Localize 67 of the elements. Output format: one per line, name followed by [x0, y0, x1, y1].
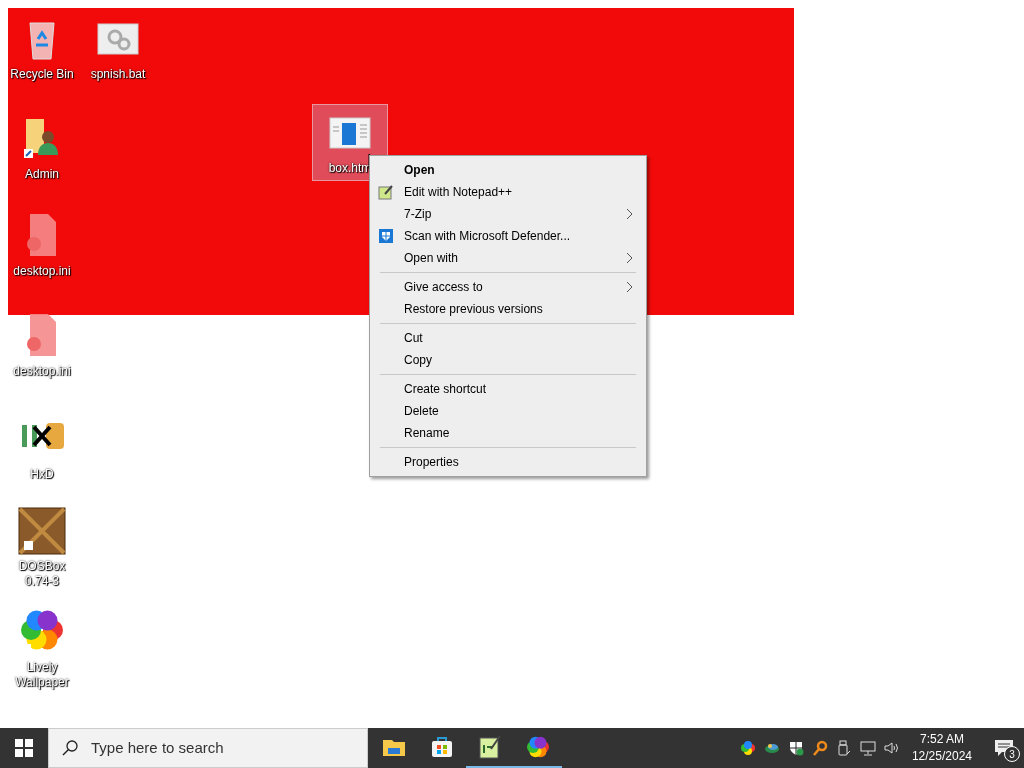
icon-label: Recycle Bin — [10, 67, 74, 82]
desktop-icon[interactable]: desktop.ini — [4, 207, 80, 284]
desktop-icon[interactable]: spnish.bat — [80, 10, 156, 87]
network-icon[interactable] — [859, 740, 876, 756]
desktop-icon[interactable]: desktop.ini — [4, 307, 80, 384]
icon-label: desktop.ini — [13, 264, 71, 279]
menu-item[interactable]: Rename — [372, 422, 644, 444]
menu-item[interactable]: Scan with Microsoft Defender... — [372, 225, 644, 247]
menu-item[interactable]: 7-Zip — [372, 203, 644, 225]
desktop-icon[interactable]: Lively Wallpaper — [4, 603, 80, 695]
notification-count: 3 — [1004, 746, 1020, 762]
chevron-right-icon — [626, 281, 634, 293]
magnifier-icon[interactable] — [811, 740, 828, 756]
menu-item-label: Rename — [404, 425, 451, 442]
menu-item[interactable]: Delete — [372, 400, 644, 422]
menu-item-label: Delete — [404, 403, 440, 420]
icon-label: Admin — [25, 167, 59, 182]
desktop-icon[interactable]: DOSBox 0.74-3 — [4, 502, 80, 594]
menu-item-label: Properties — [404, 454, 460, 471]
menu-item[interactable]: Edit with Notepad++ — [372, 181, 644, 203]
menu-item-label: Open — [404, 162, 436, 179]
menu-item-label: Give access to — [404, 279, 484, 296]
store-bag-icon[interactable] — [430, 735, 454, 759]
icon-label: Lively Wallpaper — [14, 660, 71, 690]
menu-item[interactable]: Give access to — [372, 276, 644, 298]
dosbox-icon — [18, 507, 66, 555]
menu-item[interactable]: Create shortcut — [372, 378, 644, 400]
search-icon — [61, 739, 79, 757]
clock-time: 7:52 AM — [919, 731, 964, 748]
icon-label: HxD — [30, 467, 54, 482]
desktop-icon[interactable]: HxD — [4, 410, 80, 487]
menu-item-label: Restore previous versions — [404, 301, 544, 318]
menu-item-label: Create shortcut — [404, 381, 488, 398]
icon-label: spnish.bat — [90, 67, 146, 82]
flower-icon[interactable] — [739, 740, 756, 756]
shield-icon[interactable] — [787, 740, 804, 756]
chevron-right-icon — [626, 252, 634, 264]
shield-icon — [378, 228, 394, 244]
icon-label: DOSBox 0.74-3 — [17, 559, 67, 589]
usb-drive-icon[interactable] — [835, 740, 852, 756]
windows-logo-icon — [15, 739, 33, 757]
menu-item-label: Copy — [404, 352, 433, 369]
icon-label: desktop.ini — [13, 364, 71, 379]
menu-item[interactable]: Open with — [372, 247, 644, 269]
search-box[interactable]: Type here to search — [48, 728, 368, 768]
desktop-icon[interactable]: Admin — [4, 110, 80, 187]
menu-item-label: Cut — [404, 330, 424, 347]
notepad-icon — [378, 184, 394, 200]
search-field[interactable]: Type here to search — [91, 736, 355, 760]
menu-item-label: 7-Zip — [404, 206, 433, 223]
gears-file-icon — [97, 23, 139, 55]
menu-item[interactable]: Cut — [372, 327, 644, 349]
notification-button[interactable]: 3 — [984, 728, 1024, 768]
menu-item-label: Edit with Notepad++ — [404, 184, 514, 201]
menu-item-label: Open with — [404, 250, 460, 267]
notepad-icon[interactable] — [479, 735, 501, 759]
menu-item[interactable]: Properties — [372, 451, 644, 473]
volume-icon[interactable] — [883, 740, 900, 756]
menu-item-label: Scan with Microsoft Defender... — [404, 228, 572, 245]
menu-item[interactable]: Copy — [372, 349, 644, 371]
clock[interactable]: 7:52 AM 12/25/2024 — [907, 731, 976, 765]
menu-item[interactable]: Restore previous versions — [372, 298, 644, 320]
chevron-right-icon — [626, 208, 634, 220]
clock-date: 12/25/2024 — [911, 748, 972, 765]
desktop-icon[interactable]: Recycle Bin — [4, 10, 80, 87]
web-page-icon — [329, 117, 371, 149]
flower-icon[interactable] — [526, 735, 550, 759]
